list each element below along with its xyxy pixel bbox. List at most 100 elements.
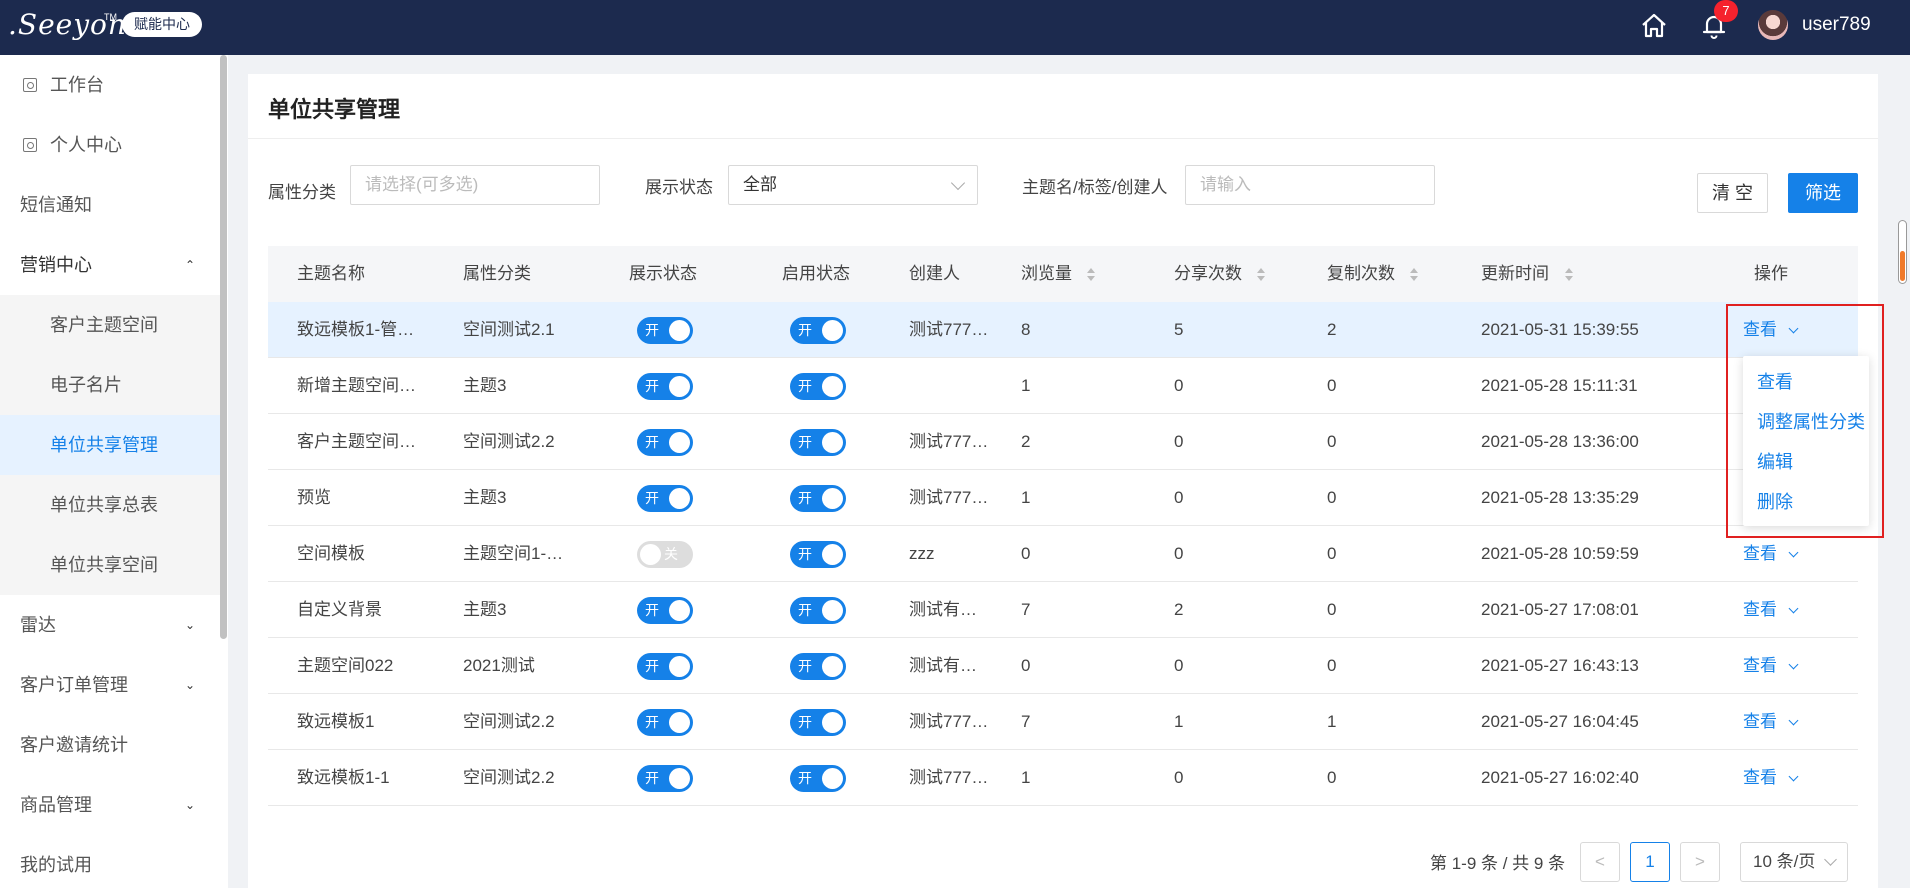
enabled-toggle[interactable]: 开 xyxy=(790,765,846,792)
view-action-link[interactable]: 查看 xyxy=(1743,694,1777,750)
cell-shares: 5 xyxy=(1174,320,1184,339)
sort-icon[interactable] xyxy=(1410,268,1418,282)
sidebar-item-unit-share-space[interactable]: 单位共享空间 xyxy=(0,535,220,595)
sidebar-item-unit-share-manage[interactable]: 单位共享管理 xyxy=(0,415,220,475)
sort-icon[interactable] xyxy=(1087,268,1095,282)
display-toggle[interactable]: 开 xyxy=(637,709,693,736)
column-header: 操作 xyxy=(1754,264,1788,283)
sidebar-item-goods[interactable]: 商品管理 ⌄ xyxy=(0,775,220,835)
sidebar-item-label: 我的试用 xyxy=(20,855,92,875)
enabled-toggle[interactable]: 开 xyxy=(790,709,846,736)
chevron-down-icon[interactable] xyxy=(1788,547,1799,558)
sidebar-item-customer-theme-space[interactable]: 客户主题空间 xyxy=(0,295,220,355)
chevron-down-icon[interactable] xyxy=(1788,771,1799,782)
display-toggle[interactable]: 开 xyxy=(637,429,693,456)
table-row[interactable]: 致远模板1-管… 空间测试2.1 测试777… 8 5 2 2021-05-31 15:39… xyxy=(268,302,1858,358)
prev-page-button[interactable]: < xyxy=(1580,842,1620,882)
page-scrollbar[interactable] xyxy=(1898,220,1907,284)
display-status-select[interactable]: 全部 xyxy=(728,165,978,205)
personal-center-icon xyxy=(23,138,37,152)
cell-copies: 0 xyxy=(1327,544,1337,563)
column-header-sortable[interactable]: 浏览量 xyxy=(1021,246,1072,302)
chevron-down-icon[interactable] xyxy=(1788,715,1799,726)
cell-shares: 0 xyxy=(1174,488,1184,507)
enabled-toggle[interactable]: 开 xyxy=(790,317,846,344)
toggle-knob xyxy=(669,712,690,733)
enabled-toggle[interactable]: 开 xyxy=(790,485,846,512)
sort-icon[interactable] xyxy=(1565,268,1573,282)
sidebar-item-business-card[interactable]: 电子名片 xyxy=(0,355,220,415)
sidebar-scrollbar[interactable] xyxy=(220,55,227,639)
table-row[interactable]: 自定义背景 主题3 测试有… 7 2 0 2021-05-27 17:08:01 开 开 查看 xyxy=(268,582,1858,638)
enabled-toggle[interactable]: 开 xyxy=(790,653,846,680)
logo-area[interactable]: .Seeyon TM 赋能中心 xyxy=(0,0,228,55)
chevron-down-icon[interactable] xyxy=(1788,603,1799,614)
chevron-up-icon: ⌃ xyxy=(185,258,196,272)
sidebar-item-marketing-center[interactable]: 营销中心 ⌃ xyxy=(0,235,220,295)
sidebar-item-invite-stats[interactable]: 客户邀请统计 xyxy=(0,715,220,775)
cell-updated: 2021-05-28 10:59:59 xyxy=(1481,544,1639,563)
page-number-button[interactable]: 1 xyxy=(1630,842,1670,882)
sidebar-item-personal-center[interactable]: 个人中心 xyxy=(0,115,220,175)
display-toggle[interactable]: 关 xyxy=(637,541,693,568)
sidebar-item-radar[interactable]: 雷达 ⌄ xyxy=(0,595,220,655)
toggle-knob xyxy=(669,432,690,453)
sidebar-item-sms[interactable]: 短信通知 xyxy=(0,175,220,235)
column-header-sortable[interactable]: 复制次数 xyxy=(1327,246,1395,302)
avatar[interactable] xyxy=(1758,10,1788,40)
category-select[interactable]: 请选择(可多选) xyxy=(350,165,600,205)
table-row[interactable]: 预览 主题3 测试777… 1 0 0 2021-05-28 13:35:29 开 开 xyxy=(268,470,1858,526)
next-page-button[interactable]: > xyxy=(1680,842,1720,882)
page-size-select[interactable]: 10 条/页 xyxy=(1740,842,1848,882)
page-title: 单位共享管理 xyxy=(268,97,401,122)
cell-creator: 测试有… xyxy=(909,600,977,619)
column-header-sortable[interactable]: 更新时间 xyxy=(1481,246,1549,302)
enabled-toggle[interactable]: 开 xyxy=(790,373,846,400)
display-toggle[interactable]: 开 xyxy=(637,317,693,344)
toggle-label: 开 xyxy=(645,378,659,394)
keyword-input[interactable]: 请输入 xyxy=(1185,165,1435,205)
home-icon[interactable] xyxy=(1640,12,1668,40)
table-row[interactable]: 空间模板 主题空间1-… zzz 0 0 0 2021-05-28 10:59:59 关开查看 xyxy=(268,526,1858,582)
cell-category: 主题3 xyxy=(463,376,507,395)
enabled-toggle[interactable]: 开 xyxy=(790,541,846,568)
view-action-link[interactable]: 查看 xyxy=(1743,750,1777,806)
display-toggle[interactable]: 开 xyxy=(637,653,693,680)
cell-name: 预览 xyxy=(297,488,331,507)
table-row[interactable]: 新增主题空间… 主题3 1 0 0 2021-05-28 15:11:31 开 开 xyxy=(268,358,1858,414)
view-action-link[interactable]: 查看 xyxy=(1743,638,1777,694)
cell-updated: 2021-05-28 13:36:00 xyxy=(1481,432,1639,451)
display-toggle[interactable]: 开 xyxy=(637,373,693,400)
table-row[interactable]: 客户主题空间… 空间测试2.2 测试777… 2 0 0 2021-05-28 13:36:… xyxy=(268,414,1858,470)
sidebar-item-workbench[interactable]: 工作台 xyxy=(0,55,220,115)
cell-category: 主题3 xyxy=(463,600,507,619)
sidebar-item-orders[interactable]: 客户订单管理 ⌄ xyxy=(0,655,220,715)
clear-button[interactable]: 清 空 xyxy=(1697,173,1768,213)
cell-creator: 测试777… xyxy=(909,432,989,451)
column-header: 创建人 xyxy=(909,264,960,283)
toggle-knob xyxy=(822,432,843,453)
column-header-sortable[interactable]: 分享次数 xyxy=(1174,246,1242,302)
username[interactable]: user789 xyxy=(1802,14,1871,36)
table-row[interactable]: 致远模板1 空间测试2.2 测试777… 7 1 1 2021-05-27 16:04:45… xyxy=(268,694,1858,750)
sidebar-item-label: 雷达 xyxy=(20,615,56,635)
toggle-knob xyxy=(669,320,690,341)
table-row[interactable]: 主题空间022 2021测试 测试有… 0 0 0 2021-05-27 16:43:13 开… xyxy=(268,638,1858,694)
chevron-down-icon[interactable] xyxy=(1788,659,1799,670)
sort-icon[interactable] xyxy=(1257,268,1265,282)
sidebar-item-my-trial[interactable]: 我的试用 xyxy=(0,835,220,888)
display-toggle[interactable]: 开 xyxy=(637,597,693,624)
cell-shares: 1 xyxy=(1174,712,1184,731)
cell-name: 空间模板 xyxy=(297,544,365,563)
table-row[interactable]: 致远模板1-1 空间测试2.2 测试777… 1 0 0 2021-05-27 16:02:… xyxy=(268,750,1858,806)
enabled-toggle[interactable]: 开 xyxy=(790,429,846,456)
cell-shares: 0 xyxy=(1174,544,1184,563)
display-toggle[interactable]: 开 xyxy=(637,765,693,792)
sidebar-item-unit-share-summary[interactable]: 单位共享总表 xyxy=(0,475,220,535)
cell-creator: 测试777… xyxy=(909,712,989,731)
filter-button[interactable]: 筛选 xyxy=(1788,173,1858,213)
enabled-toggle[interactable]: 开 xyxy=(790,597,846,624)
view-action-link[interactable]: 查看 xyxy=(1743,582,1777,638)
display-toggle[interactable]: 开 xyxy=(637,485,693,512)
chevron-down-icon: ⌄ xyxy=(185,798,196,812)
